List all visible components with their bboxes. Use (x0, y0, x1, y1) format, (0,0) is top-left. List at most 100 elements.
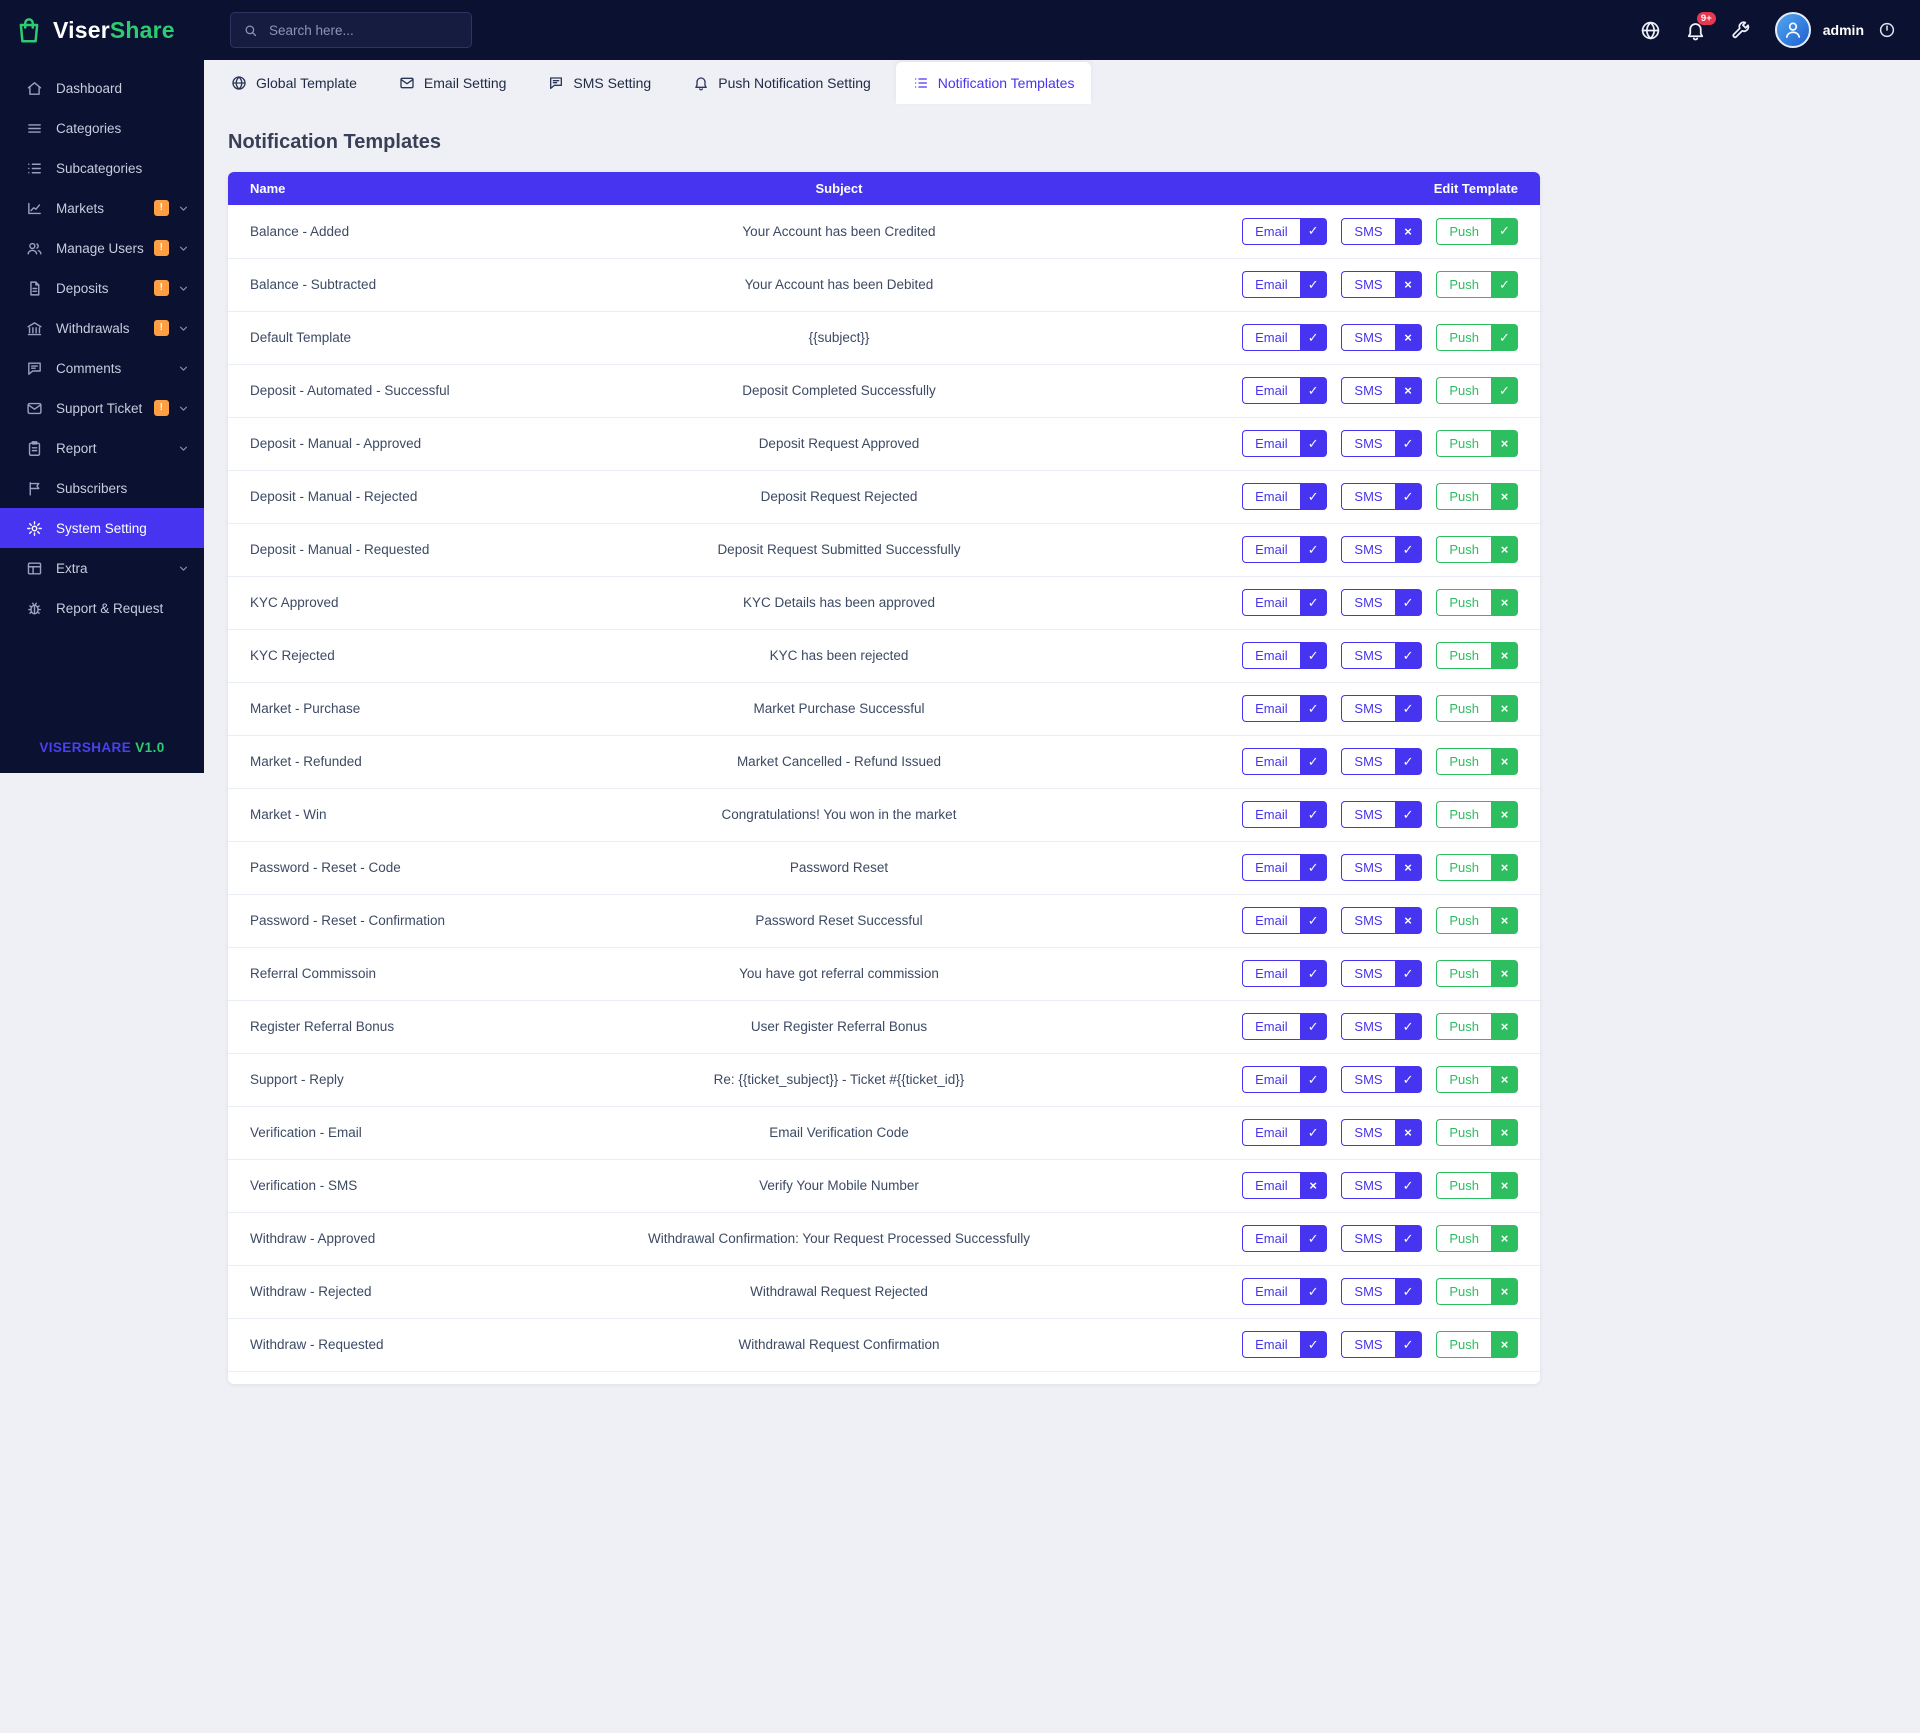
push-toggle[interactable]: × (1491, 1119, 1518, 1146)
email-toggle[interactable]: ✓ (1299, 960, 1327, 987)
push-edit-button[interactable]: Push (1436, 217, 1491, 245)
email-toggle[interactable]: ✓ (1299, 217, 1327, 245)
push-toggle[interactable]: ✓ (1491, 271, 1518, 298)
email-toggle[interactable]: ✓ (1299, 854, 1327, 881)
push-toggle[interactable]: × (1491, 536, 1518, 563)
push-edit-button[interactable]: Push (1436, 1119, 1491, 1146)
email-edit-button[interactable]: Email (1242, 324, 1300, 351)
email-toggle[interactable]: ✓ (1299, 536, 1327, 563)
push-toggle[interactable]: × (1491, 1066, 1518, 1093)
email-toggle[interactable]: ✓ (1299, 695, 1327, 722)
sms-toggle[interactable]: ✓ (1394, 483, 1422, 510)
push-toggle[interactable]: × (1491, 801, 1518, 828)
push-toggle[interactable]: × (1491, 1172, 1518, 1199)
sms-edit-button[interactable]: SMS (1341, 483, 1395, 510)
sms-edit-button[interactable]: SMS (1341, 748, 1395, 775)
sms-toggle[interactable]: × (1394, 377, 1422, 404)
push-toggle[interactable]: × (1491, 1225, 1518, 1252)
sms-toggle[interactable]: ✓ (1394, 960, 1422, 987)
sidebar-item-withdrawals[interactable]: Withdrawals ! (0, 308, 204, 348)
push-toggle[interactable]: × (1491, 1331, 1518, 1358)
email-edit-button[interactable]: Email (1242, 801, 1300, 828)
tab-global-template[interactable]: Global Template (214, 62, 374, 104)
email-toggle[interactable]: ✓ (1299, 1013, 1327, 1040)
email-edit-button[interactable]: Email (1242, 271, 1300, 298)
sms-edit-button[interactable]: SMS (1341, 1066, 1395, 1093)
sidebar-item-extra[interactable]: Extra (0, 548, 204, 588)
sidebar-item-comments[interactable]: Comments (0, 348, 204, 388)
sidebar-item-manage-users[interactable]: Manage Users ! (0, 228, 204, 268)
push-edit-button[interactable]: Push (1436, 695, 1491, 722)
push-edit-button[interactable]: Push (1436, 1013, 1491, 1040)
push-edit-button[interactable]: Push (1436, 854, 1491, 881)
sms-toggle[interactable]: ✓ (1394, 430, 1422, 457)
sms-toggle[interactable]: × (1394, 854, 1422, 881)
sidebar-item-system-setting[interactable]: System Setting (0, 508, 204, 548)
email-toggle[interactable]: × (1299, 1172, 1327, 1199)
globe-icon[interactable] (1640, 20, 1661, 41)
email-edit-button[interactable]: Email (1242, 960, 1300, 987)
tab-sms-setting[interactable]: SMS Setting (531, 62, 668, 104)
sms-edit-button[interactable]: SMS (1341, 695, 1395, 722)
push-toggle[interactable]: × (1491, 589, 1518, 616)
tab-email-setting[interactable]: Email Setting (382, 62, 523, 104)
tab-push-notification-setting[interactable]: Push Notification Setting (676, 62, 888, 104)
push-edit-button[interactable]: Push (1436, 748, 1491, 775)
sidebar-item-deposits[interactable]: Deposits ! (0, 268, 204, 308)
email-edit-button[interactable]: Email (1242, 907, 1300, 934)
sms-edit-button[interactable]: SMS (1341, 430, 1395, 457)
sms-toggle[interactable]: ✓ (1394, 589, 1422, 616)
email-toggle[interactable]: ✓ (1299, 1331, 1327, 1358)
sms-toggle[interactable]: ✓ (1394, 1066, 1422, 1093)
push-toggle[interactable]: × (1491, 430, 1518, 457)
sms-edit-button[interactable]: SMS (1341, 1172, 1395, 1199)
push-toggle[interactable]: × (1491, 1013, 1518, 1040)
search-input[interactable] (267, 21, 459, 39)
email-edit-button[interactable]: Email (1242, 1066, 1300, 1093)
push-edit-button[interactable]: Push (1436, 271, 1491, 298)
sms-edit-button[interactable]: SMS (1341, 324, 1395, 351)
push-toggle[interactable]: × (1491, 960, 1518, 987)
sms-edit-button[interactable]: SMS (1341, 217, 1395, 245)
push-edit-button[interactable]: Push (1436, 324, 1491, 351)
tab-notification-templates[interactable]: Notification Templates (895, 62, 1092, 104)
email-edit-button[interactable]: Email (1242, 695, 1300, 722)
sms-edit-button[interactable]: SMS (1341, 589, 1395, 616)
push-edit-button[interactable]: Push (1436, 536, 1491, 563)
email-edit-button[interactable]: Email (1242, 642, 1300, 669)
push-toggle[interactable]: × (1491, 854, 1518, 881)
sidebar-item-subcategories[interactable]: Subcategories (0, 148, 204, 188)
sms-edit-button[interactable]: SMS (1341, 536, 1395, 563)
push-edit-button[interactable]: Push (1436, 907, 1491, 934)
sms-toggle[interactable]: ✓ (1394, 536, 1422, 563)
email-edit-button[interactable]: Email (1242, 1172, 1300, 1199)
email-toggle[interactable]: ✓ (1299, 1225, 1327, 1252)
sms-toggle[interactable]: ✓ (1394, 1013, 1422, 1040)
sms-toggle[interactable]: ✓ (1394, 695, 1422, 722)
sidebar-item-report[interactable]: Report (0, 428, 204, 468)
sms-edit-button[interactable]: SMS (1341, 271, 1395, 298)
sms-toggle[interactable]: ✓ (1394, 1331, 1422, 1358)
email-toggle[interactable]: ✓ (1299, 1119, 1327, 1146)
push-edit-button[interactable]: Push (1436, 1278, 1491, 1305)
sidebar-item-categories[interactable]: Categories (0, 108, 204, 148)
sms-toggle[interactable]: × (1394, 217, 1422, 245)
push-edit-button[interactable]: Push (1436, 589, 1491, 616)
email-toggle[interactable]: ✓ (1299, 324, 1327, 351)
email-edit-button[interactable]: Email (1242, 217, 1300, 245)
sidebar-item-report-request[interactable]: Report & Request (0, 588, 204, 628)
sms-toggle[interactable]: ✓ (1394, 1225, 1422, 1252)
push-edit-button[interactable]: Push (1436, 1331, 1491, 1358)
push-toggle[interactable]: × (1491, 748, 1518, 775)
email-edit-button[interactable]: Email (1242, 854, 1300, 881)
sms-edit-button[interactable]: SMS (1341, 1013, 1395, 1040)
email-edit-button[interactable]: Email (1242, 536, 1300, 563)
push-edit-button[interactable]: Push (1436, 960, 1491, 987)
push-toggle[interactable]: ✓ (1491, 324, 1518, 351)
sms-toggle[interactable]: ✓ (1394, 1278, 1422, 1305)
push-toggle[interactable]: × (1491, 907, 1518, 934)
push-toggle[interactable]: × (1491, 695, 1518, 722)
sms-toggle[interactable]: ✓ (1394, 1172, 1422, 1199)
push-edit-button[interactable]: Push (1436, 1225, 1491, 1252)
email-toggle[interactable]: ✓ (1299, 1278, 1327, 1305)
